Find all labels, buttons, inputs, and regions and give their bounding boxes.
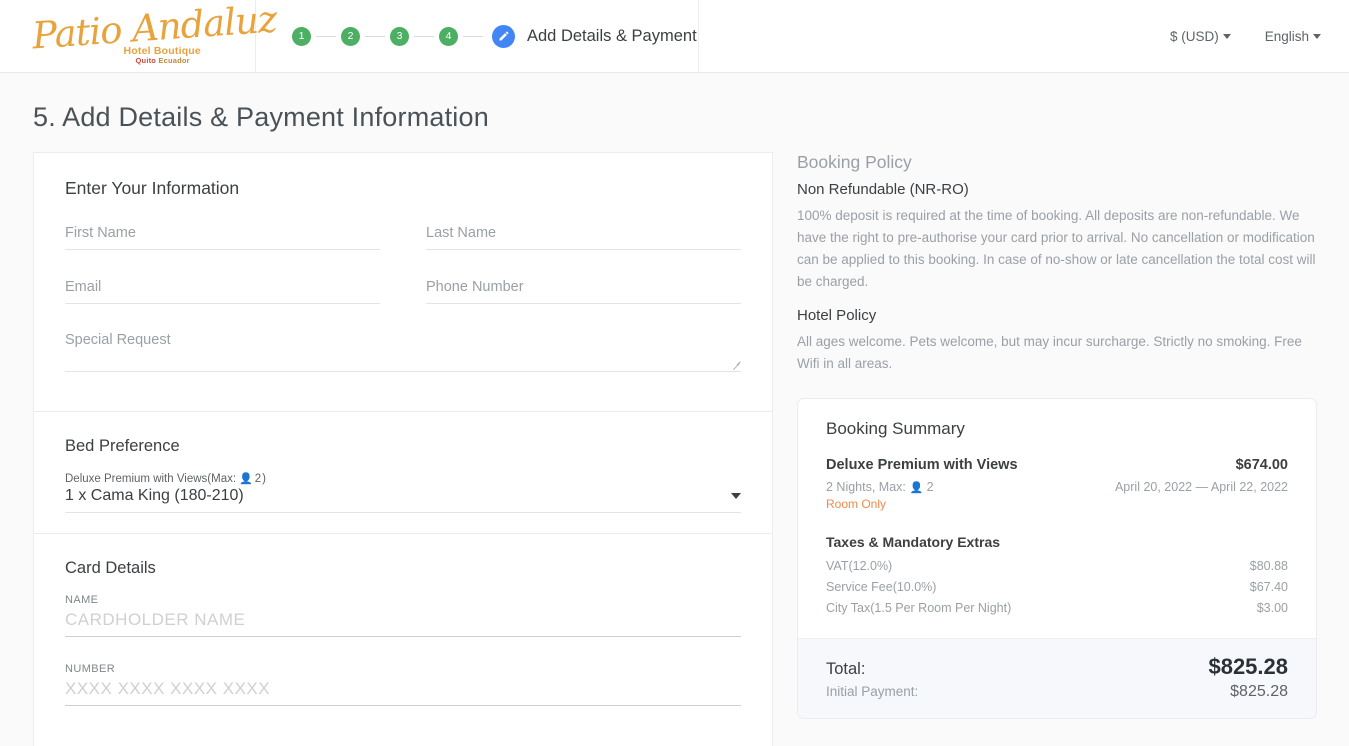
currency-selector[interactable]: $ (USD) xyxy=(1170,29,1231,44)
tax-label: City Tax(1.5 Per Room Per Night) xyxy=(826,601,1012,615)
top-header: Patio Andaluz Hotel Boutique Quito Ecuad… xyxy=(0,0,1349,73)
resize-handle-icon[interactable] xyxy=(732,359,741,368)
total-label: Total: xyxy=(826,660,866,678)
language-selector[interactable]: English xyxy=(1265,29,1321,44)
step-indicator: 1 2 3 4 Add Details & Payment xyxy=(256,0,699,72)
phone-field[interactable] xyxy=(426,269,741,304)
summary-detail-row: 2 Nights, Max: 👤 2 April 20, 2022 — Apri… xyxy=(826,473,1288,494)
bed-room-label-close: ) xyxy=(262,472,267,485)
card-details-section: Card Details NAME NUMBER xyxy=(34,534,772,746)
card-name-label: NAME xyxy=(65,594,99,606)
page-title: 5. Add Details & Payment Information xyxy=(33,102,489,132)
person-icon: 👤 xyxy=(239,473,253,485)
special-request-input[interactable] xyxy=(65,332,741,348)
summary-room-name: Deluxe Premium with Views xyxy=(826,457,1018,473)
person-icon: 👤 xyxy=(909,481,924,494)
pencil-icon[interactable] xyxy=(492,24,515,48)
card-number-field[interactable] xyxy=(65,679,741,706)
taxes-title: Taxes & Mandatory Extras xyxy=(826,534,1001,550)
rate-policy-name: Non Refundable (NR-RO) xyxy=(797,181,969,198)
step-connector xyxy=(316,35,336,37)
page-content: Enter Your Information First Name Last N… xyxy=(0,133,1349,746)
contact-row xyxy=(65,269,741,323)
email-field[interactable] xyxy=(65,269,380,304)
summary-body: Booking Summary Deluxe Premium with View… xyxy=(798,399,1316,638)
total-row: Total: $825.28 xyxy=(826,654,1288,680)
summary-board-type: Room Only xyxy=(826,497,887,511)
card-details-title: Card Details xyxy=(65,559,156,577)
card-number-label: NUMBER xyxy=(65,663,116,675)
total-value: $825.28 xyxy=(1208,654,1288,679)
first-name-input[interactable] xyxy=(65,225,380,241)
step-connector xyxy=(463,35,483,37)
initial-payment-row: Initial Payment: $825.28 xyxy=(826,680,1288,701)
enter-your-information-section: Enter Your Information xyxy=(34,153,772,411)
step-connector xyxy=(414,35,434,37)
special-request-field[interactable] xyxy=(65,323,741,372)
initial-payment-label: Initial Payment: xyxy=(826,684,919,699)
bed-preference-select[interactable]: 1 x Cama King (180-210) xyxy=(65,487,741,513)
logo-city: Quito xyxy=(135,56,157,65)
booking-policy-title: Booking Policy xyxy=(797,152,912,172)
card-number-input[interactable] xyxy=(65,679,741,699)
tax-amount: $67.40 xyxy=(1249,580,1288,594)
chevron-down-icon xyxy=(1313,33,1321,39)
logo-wrap: Patio Andaluz Hotel Boutique Quito Ecuad… xyxy=(28,0,277,65)
bed-room-meta: Deluxe Premium with Views(Max: 👤 2 ) xyxy=(65,472,741,486)
chevron-down-icon xyxy=(1222,33,1231,39)
information-section-title: Enter Your Information xyxy=(65,178,240,198)
summary-max-guests: 2 xyxy=(926,480,934,494)
initial-payment-value: $825.28 xyxy=(1230,683,1288,700)
tax-label: VAT(12.0%) xyxy=(826,559,893,573)
brand-logo[interactable]: Patio Andaluz Hotel Boutique Quito Ecuad… xyxy=(0,0,277,72)
tax-row: Service Fee(10.0%) $67.40 xyxy=(826,580,1288,594)
tax-amount: $80.88 xyxy=(1249,559,1288,573)
summary-room-price: $674.00 xyxy=(1235,457,1288,473)
pencil-glyph xyxy=(499,31,509,41)
language-label: English xyxy=(1264,28,1309,44)
booking-summary-card: Booking Summary Deluxe Premium with View… xyxy=(797,398,1317,719)
tax-amount: $3.00 xyxy=(1256,601,1288,615)
hotel-policy-title: Hotel Policy xyxy=(797,307,877,324)
step-1[interactable]: 1 xyxy=(292,26,311,46)
step-3[interactable]: 3 xyxy=(390,26,409,46)
bed-max-guests: 2 xyxy=(254,472,262,485)
tax-row: City Tax(1.5 Per Room Per Night) $3.00 xyxy=(826,601,1288,615)
last-name-field[interactable] xyxy=(426,215,741,250)
details-panel: Enter Your Information First Name Last N… xyxy=(33,152,773,746)
rate-policy-text: 100% deposit is required at the time of … xyxy=(797,208,1316,289)
current-step-label: Add Details & Payment xyxy=(527,26,697,45)
last-name-input[interactable] xyxy=(426,225,741,241)
hotel-policy-text: All ages welcome. Pets welcome, but may … xyxy=(797,334,1302,371)
step-4[interactable]: 4 xyxy=(439,26,458,46)
logo-location: Quito Ecuador xyxy=(136,56,190,65)
cardholder-name-field[interactable] xyxy=(65,610,741,637)
bed-preference-title: Bed Preference xyxy=(65,437,180,455)
bed-room-label: Deluxe Premium with Views(Max: xyxy=(65,472,237,485)
summary-nights-text: 2 Nights, Max: xyxy=(826,480,906,494)
chevron-down-icon xyxy=(731,493,741,499)
summary-room-row: Deluxe Premium with Views $674.00 xyxy=(826,457,1288,473)
phone-input[interactable] xyxy=(426,279,741,295)
total-bar: Total: $825.28 Initial Payment: $825.28 xyxy=(798,638,1316,718)
first-name-field[interactable] xyxy=(65,215,380,250)
currency-label: $ (USD) xyxy=(1169,28,1219,44)
form-column: Enter Your Information First Name Last N… xyxy=(33,152,773,746)
logo-country: Ecuador xyxy=(158,56,190,65)
summary-nights: 2 Nights, Max: 👤 2 xyxy=(826,480,934,494)
booking-summary-title: Booking Summary xyxy=(826,419,965,438)
step-2[interactable]: 2 xyxy=(341,26,360,46)
name-row xyxy=(65,215,741,269)
tax-label: Service Fee(10.0%) xyxy=(826,580,937,594)
tax-row: VAT(12.0%) $80.88 xyxy=(826,559,1288,573)
email-input[interactable] xyxy=(65,279,380,295)
bed-preference-value: 1 x Cama King (180-210) xyxy=(65,487,244,504)
header-actions: $ (USD) English xyxy=(699,0,1349,72)
summary-dates: April 20, 2022 — April 22, 2022 xyxy=(1114,480,1288,494)
cardholder-name-input[interactable] xyxy=(65,610,741,630)
bed-preference-section: Bed Preference Deluxe Premium with Views… xyxy=(34,412,772,533)
step-connector xyxy=(365,35,385,37)
summary-column: Booking Policy Non Refundable (NR-RO) 10… xyxy=(797,152,1317,746)
